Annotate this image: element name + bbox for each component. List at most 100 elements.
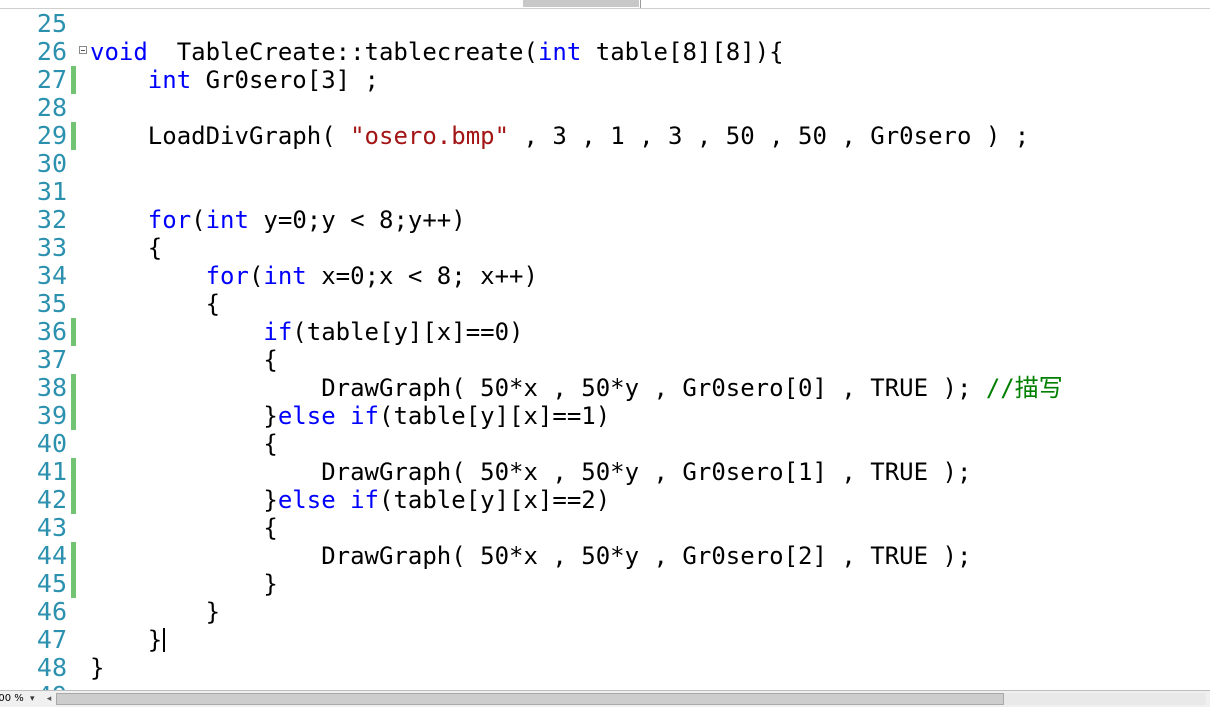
code-line[interactable]: 31 (0, 178, 1210, 206)
line-number: 48 (36, 653, 67, 682)
code-text: DrawGraph( 50*x , 50*y , Gr0sero[1] , TR… (90, 458, 971, 486)
line-number: 35 (36, 289, 67, 318)
code-line[interactable]: 44 DrawGraph( 50*x , 50*y , Gr0sero[2] ,… (0, 542, 1210, 570)
code-line[interactable]: 45 } (0, 570, 1210, 598)
code-text: for(int y=0;y < 8;y++) (90, 206, 466, 234)
code-line[interactable]: 46 } (0, 597, 1210, 627)
change-marker (71, 402, 76, 430)
scroll-left-arrow-icon[interactable]: ◂ (44, 693, 54, 705)
line-number: 37 (36, 345, 67, 374)
zoom-dropdown-icon[interactable]: ▾ (30, 692, 35, 706)
code-line[interactable]: 48} (0, 653, 1210, 683)
code-line[interactable]: 30 (0, 150, 1210, 178)
line-number: 41 (36, 457, 67, 486)
code-token: { (90, 290, 221, 318)
keyword-token: else if (277, 486, 379, 514)
code-token: x=0;x < 8; x++) (306, 262, 538, 290)
code-line[interactable]: 26 void TableCreate::tablecreate(int tabl… (0, 37, 1210, 67)
code-token: } (90, 486, 278, 514)
keyword-token: int (205, 206, 249, 234)
code-text: } (90, 626, 166, 654)
keyword-token: int (537, 38, 582, 66)
top-tab-strip (0, 0, 1210, 9)
comment-token: //描写 (985, 374, 1063, 402)
code-text: }else if(table[y][x]==2) (90, 486, 610, 514)
code-token: table[8][8]){ (581, 38, 784, 66)
code-text: { (90, 290, 220, 318)
horizontal-scroll-thumb[interactable] (56, 693, 1004, 705)
code-token: } (90, 626, 163, 654)
keyword-token: int (263, 262, 307, 290)
code-text: { (90, 430, 278, 458)
collapse-icon[interactable] (79, 46, 87, 54)
code-line[interactable]: 42 }else if(table[y][x]==2) (0, 486, 1210, 514)
code-token: } (90, 598, 221, 626)
code-line[interactable]: 27 int Gr0sero[3] ; (0, 66, 1210, 94)
code-line[interactable]: 34 for(int x=0;x < 8; x++) (0, 261, 1210, 291)
code-line[interactable]: 38 DrawGraph( 50*x , 50*y , Gr0sero[0] ,… (0, 374, 1210, 402)
change-marker (71, 570, 76, 598)
code-line[interactable]: 28 (0, 94, 1210, 122)
line-number: 25 (36, 10, 67, 38)
code-token: TableCreate::tablecreate( (147, 38, 538, 66)
code-line[interactable]: 37 { (0, 345, 1210, 375)
code-token: ( (248, 262, 264, 290)
code-text: void TableCreate::tablecreate(int table[… (90, 38, 784, 66)
code-editor[interactable]: 25 26 void TableCreate::tablecreate(int ta… (0, 10, 1210, 690)
code-text: if(table[y][x]==0) (90, 318, 523, 346)
code-token: } (90, 570, 278, 598)
code-line[interactable]: 47 } (0, 626, 1210, 654)
code-token: LoadDivGraph( (90, 122, 351, 150)
code-line[interactable]: 39 }else if(table[y][x]==1) (0, 402, 1210, 430)
line-number: 40 (36, 429, 67, 458)
keyword-token: int (147, 66, 192, 94)
code-text: DrawGraph( 50*x , 50*y , Gr0sero[2] , TR… (90, 542, 971, 570)
code-line[interactable]: 41 DrawGraph( 50*x , 50*y , Gr0sero[1] ,… (0, 458, 1210, 486)
line-number: 36 (36, 317, 67, 346)
keyword-token: for (205, 262, 249, 290)
code-line[interactable]: 32 for(int y=0;y < 8;y++) (0, 205, 1210, 235)
code-token: (table[y][x]==1) (379, 402, 611, 430)
line-number: 26 (36, 37, 67, 66)
code-text: int Gr0sero[3] ; (90, 66, 379, 94)
code-token: Gr0sero[3] ; (191, 66, 379, 94)
code-token: { (90, 514, 278, 542)
code-token: DrawGraph( 50*x , 50*y , Gr0sero[0] , TR… (90, 374, 986, 402)
keyword-token: void (90, 38, 148, 66)
line-number: 30 (36, 149, 67, 178)
change-marker (71, 542, 76, 570)
line-number: 32 (36, 205, 67, 234)
change-marker (71, 122, 76, 150)
line-number: 34 (36, 261, 67, 290)
code-line[interactable]: 35 { (0, 289, 1210, 319)
editor-bottom-bar: 100 % ▾ ◂ (0, 690, 1210, 707)
code-text: } (90, 598, 220, 626)
code-token: (table[y][x]==0) (292, 318, 524, 346)
code-text: for(int x=0;x < 8; x++) (90, 262, 538, 290)
code-line[interactable]: 36 if(table[y][x]==0) (0, 318, 1210, 346)
code-text: } (90, 570, 278, 598)
change-marker (71, 66, 76, 94)
code-token: DrawGraph( 50*x , 50*y , Gr0sero[1] , TR… (90, 458, 972, 486)
code-line[interactable]: 33 { (0, 233, 1210, 263)
code-text: }else if(table[y][x]==1) (90, 402, 610, 430)
code-line[interactable]: 43 { (0, 514, 1210, 543)
code-line[interactable]: 49 (0, 682, 1210, 691)
text-caret (163, 628, 166, 652)
line-number: 45 (36, 569, 67, 598)
line-number: 39 (36, 401, 67, 430)
code-line[interactable]: 25 (0, 10, 1210, 38)
code-line[interactable]: 40 { (0, 429, 1210, 459)
line-number: 29 (36, 121, 67, 150)
keyword-token: if (263, 318, 293, 346)
keyword-token: else if (277, 402, 379, 430)
line-number: 46 (36, 597, 67, 626)
code-token: { (90, 430, 278, 458)
keyword-token: for (147, 206, 192, 234)
change-marker (71, 318, 76, 346)
top-scroll-thumb[interactable] (523, 0, 639, 7)
line-number: 33 (36, 233, 67, 262)
line-number: 47 (36, 625, 67, 654)
code-line[interactable]: 29 LoadDivGraph( "osero.bmp" , 3 , 1 , 3… (0, 122, 1210, 150)
